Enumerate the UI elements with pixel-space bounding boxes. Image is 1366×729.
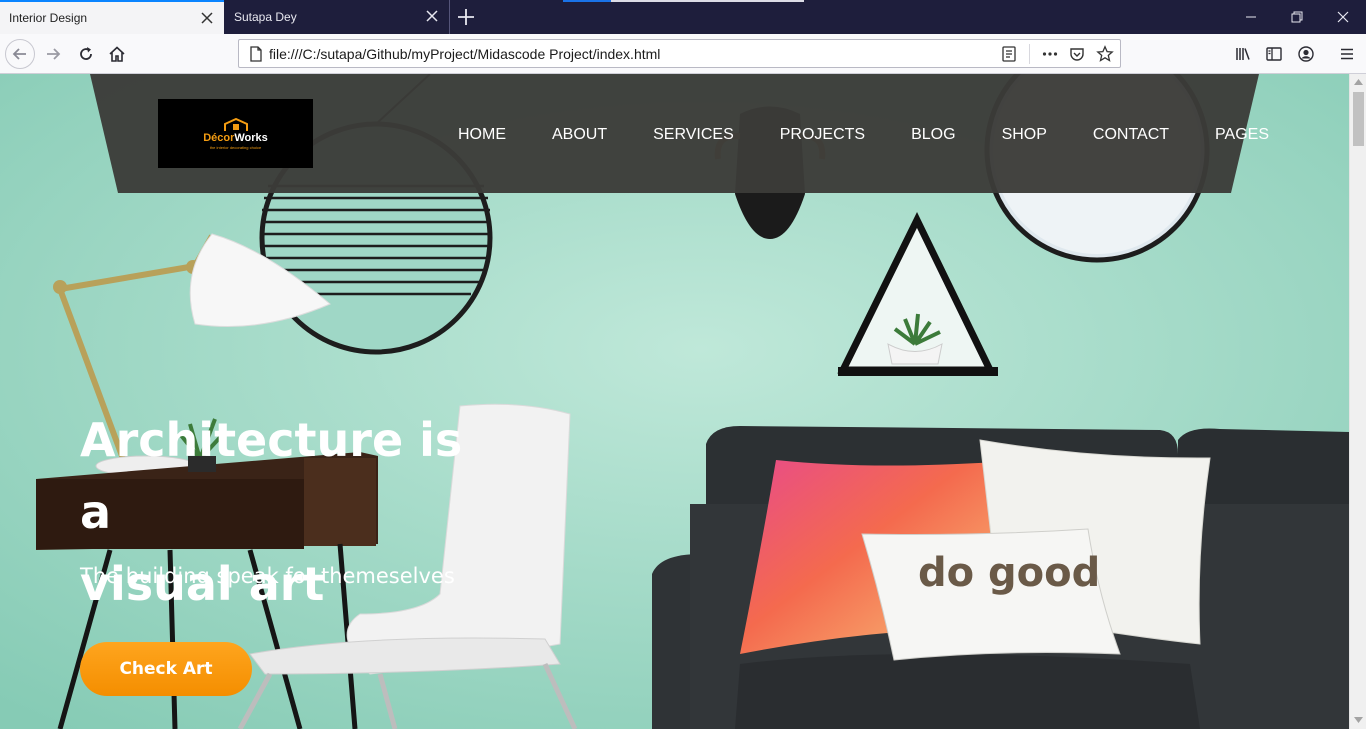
close-icon[interactable] (200, 11, 214, 25)
hamburger-menu-icon (1341, 48, 1353, 60)
restore-button[interactable] (1274, 0, 1320, 34)
home-button[interactable] (102, 39, 132, 69)
address-bar-separator (1029, 44, 1030, 64)
close-window-button[interactable] (1320, 0, 1366, 34)
sidebar-icon (1266, 47, 1282, 61)
more-dots-icon[interactable] (1041, 45, 1059, 63)
library-icon (1236, 48, 1250, 60)
logo-brand-main: Works (234, 131, 268, 144)
nav-projects[interactable]: PROJECTS (780, 126, 865, 144)
tab-title: Sutapa Dey (234, 10, 297, 24)
nav-blog[interactable]: BLOG (911, 126, 955, 144)
tab-title: Interior Design (9, 11, 88, 25)
page-scrollbar[interactable] (1349, 74, 1366, 729)
hero-title-line1: Architecture is a (80, 413, 463, 539)
tab-loading-track (611, 0, 804, 2)
back-button[interactable] (5, 39, 35, 69)
nav-pages[interactable]: PAGES (1215, 126, 1269, 144)
scroll-down-arrow-icon[interactable] (1354, 717, 1363, 723)
scrollbar-thumb[interactable] (1353, 92, 1364, 146)
library-button[interactable] (1228, 39, 1258, 69)
forward-button[interactable] (38, 39, 68, 69)
reader-view-icon[interactable] (1000, 45, 1018, 63)
star-icon[interactable] (1096, 45, 1114, 63)
scroll-up-arrow-icon[interactable] (1354, 79, 1363, 85)
address-bar[interactable]: file:///C:/sutapa/Github/myProject/Midas… (238, 39, 1121, 68)
svg-text:do good: do good (918, 550, 1100, 596)
account-icon (1298, 46, 1314, 62)
tab-strip: Interior Design Sutapa Dey (0, 0, 1366, 34)
menu-button[interactable] (1332, 39, 1362, 69)
page-icon (250, 46, 262, 62)
nav-contact[interactable]: CONTACT (1093, 126, 1169, 144)
pocket-icon[interactable] (1068, 45, 1086, 63)
main-nav: HOME ABOUT SERVICES PROJECTS BLOG SHOP C… (458, 126, 1269, 144)
hero-subtitle: The building speak for themeselves (80, 564, 455, 588)
check-art-button[interactable]: Check Art (80, 642, 252, 696)
reload-button[interactable] (71, 39, 101, 69)
nav-about[interactable]: ABOUT (552, 126, 607, 144)
reload-icon (80, 47, 92, 60)
logo-wordmark: DécorWorks (203, 132, 268, 144)
nav-shop[interactable]: SHOP (1002, 126, 1047, 144)
web-page: do good DécorWorks the interior decorati… (0, 74, 1349, 729)
account-button[interactable] (1291, 39, 1321, 69)
restore-icon (1291, 11, 1303, 23)
close-icon[interactable] (425, 9, 439, 23)
home-icon (109, 46, 125, 62)
sofa-pillows: do good (740, 439, 1211, 661)
tab-sutapa-dey[interactable]: Sutapa Dey (225, 0, 450, 34)
site-logo[interactable]: DécorWorks the interior decorating choic… (158, 99, 313, 168)
minimize-icon (1246, 16, 1256, 18)
new-tab-icon[interactable] (455, 6, 477, 28)
nav-home[interactable]: HOME (458, 126, 506, 144)
url-text[interactable]: file:///C:/sutapa/Github/myProject/Midas… (269, 46, 660, 62)
navigation-toolbar: file:///C:/sutapa/Github/myProject/Midas… (0, 34, 1366, 74)
sidebar-button[interactable] (1259, 39, 1289, 69)
minimize-button[interactable] (1228, 0, 1274, 34)
tab-loading-indicator (563, 0, 611, 2)
back-arrow-icon (12, 48, 26, 60)
house-logo-icon (223, 117, 248, 131)
logo-brand-accent: Décor (203, 131, 235, 144)
logo-tagline: the interior decorating choice (209, 144, 262, 150)
forward-arrow-icon (47, 48, 61, 60)
close-icon (1337, 11, 1349, 23)
tab-interior-design[interactable]: Interior Design (0, 0, 224, 34)
nav-services[interactable]: SERVICES (653, 126, 734, 144)
